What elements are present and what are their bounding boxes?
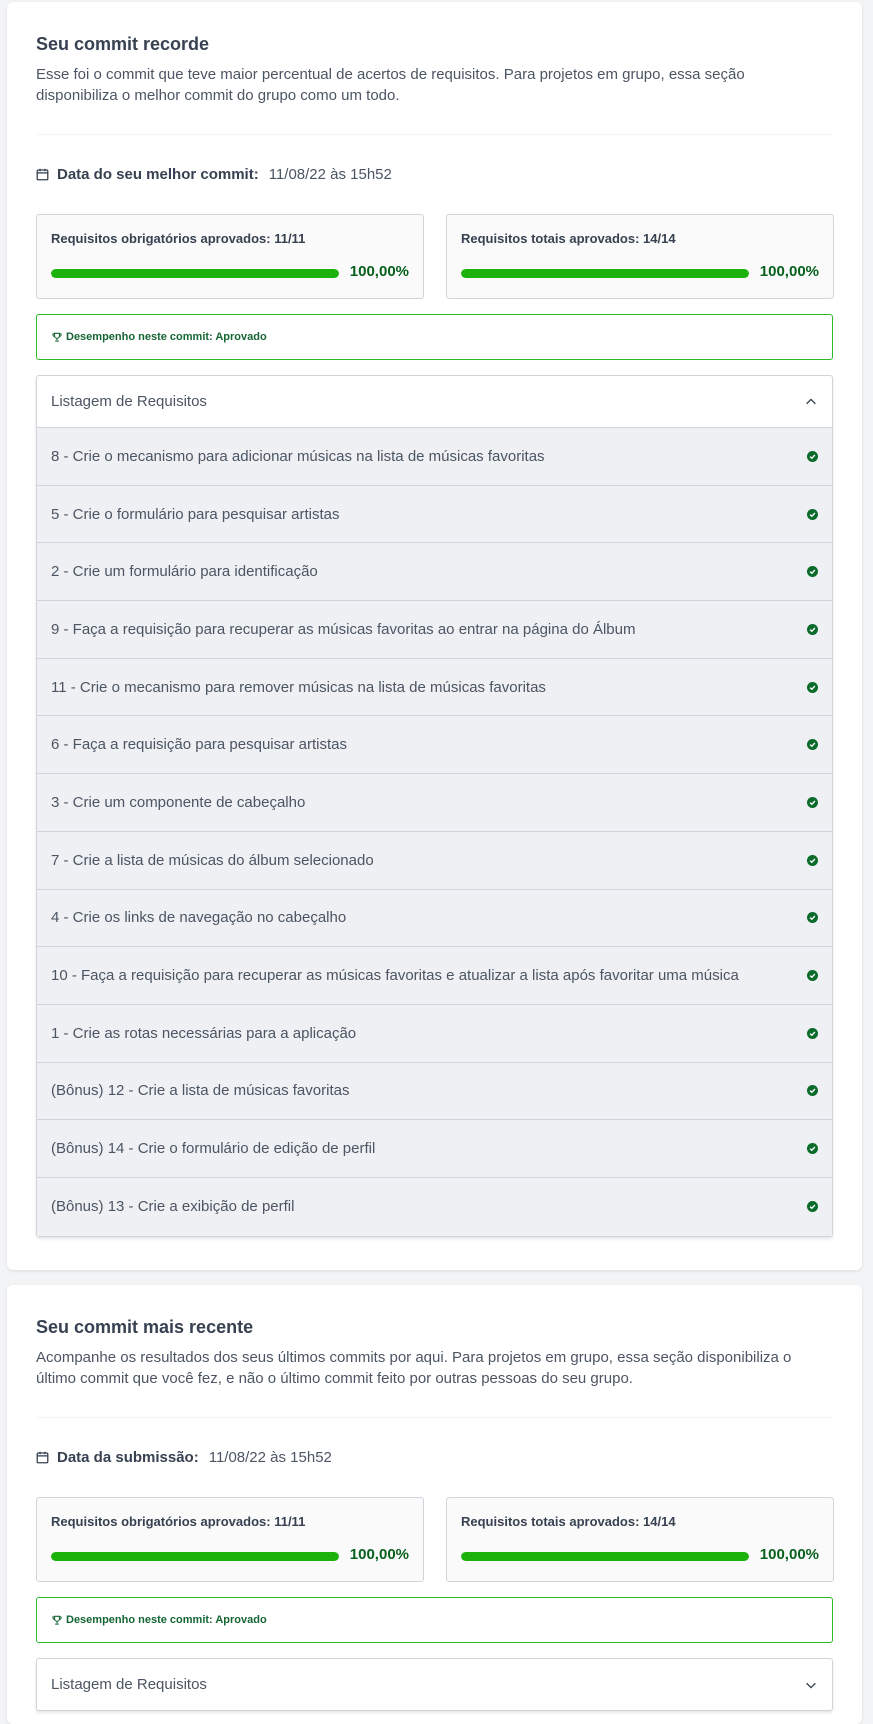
requirement-text: 6 - Faça a requisição para pesquisar art…	[51, 736, 347, 754]
mandatory-requirements-box: Requisitos obrigatórios aprovados: 11/11…	[36, 1497, 424, 1582]
check-circle-icon	[807, 739, 818, 751]
requirement-item: 9 - Faça a requisição para recuperar as …	[37, 601, 832, 659]
requirement-text: 4 - Crie os links de navegação no cabeça…	[51, 909, 347, 927]
requirement-item: (Bônus) 12 - Crie a lista de músicas fav…	[37, 1062, 832, 1121]
total-requirements-box: Requisitos totais aprovados: 14/14 100,0…	[446, 1497, 834, 1582]
requirement-item: (Bônus) 13 - Crie a exibição de perfil	[37, 1177, 832, 1236]
latest-commit-date-row: Data da submissão: 11/08/22 às 15h52	[36, 1449, 332, 1466]
requirement-item: 7 - Crie a lista de músicas do álbum sel…	[37, 831, 832, 890]
chevron-down-icon[interactable]	[804, 1678, 818, 1692]
requirements-accordion-header[interactable]: Listagem de Requisitos	[37, 376, 832, 427]
requirement-text: (Bônus) 12 - Crie a lista de músicas fav…	[51, 1082, 350, 1100]
mandatory-requirements-label: Requisitos obrigatórios aprovados: 11/11	[51, 1514, 306, 1529]
check-circle-icon	[807, 1027, 818, 1039]
mandatory-progress-fill	[51, 1552, 339, 1561]
total-requirements-label: Requisitos totais aprovados: 14/14	[461, 1514, 676, 1529]
total-progress-bar	[461, 1552, 749, 1561]
performance-text: Desempenho neste commit: Aprovado	[66, 1614, 267, 1626]
requirement-text: 2 - Crie um formulário para identificaçã…	[51, 563, 318, 581]
performance-status: Desempenho neste commit: Aprovado	[36, 314, 833, 360]
requirements-accordion-header[interactable]: Listagem de Requisitos	[37, 1659, 832, 1710]
mandatory-requirements-label: Requisitos obrigatórios aprovados: 11/11	[51, 231, 306, 246]
trophy-icon	[52, 332, 62, 342]
requirements-accordion: Listagem de Requisitos	[36, 1658, 833, 1711]
requirement-item: 2 - Crie um formulário para identificaçã…	[37, 543, 832, 602]
requirement-item: 4 - Crie os links de navegação no cabeça…	[37, 889, 832, 948]
best-commit-description: Esse foi o commit que teve maior percent…	[36, 66, 745, 104]
requirements-accordion: Listagem de Requisitos 8 - Crie o mecani…	[36, 375, 833, 1237]
requirement-item: 11 - Crie o mecanismo para remover músic…	[37, 658, 832, 717]
mandatory-progress-bar	[51, 269, 339, 278]
date-label: Data do seu melhor commit:	[57, 166, 259, 183]
total-requirements-label: Requisitos totais aprovados: 14/14	[461, 231, 676, 246]
mandatory-requirements-box: Requisitos obrigatórios aprovados: 11/11…	[36, 214, 424, 299]
best-commit-date-row: Data do seu melhor commit: 11/08/22 às 1…	[36, 166, 392, 183]
requirement-text: 3 - Crie um componente de cabeçalho	[51, 793, 306, 811]
total-percent: 100,00%	[759, 1546, 819, 1563]
performance-status: Desempenho neste commit: Aprovado	[36, 1597, 833, 1643]
mandatory-progress-bar	[51, 1552, 339, 1561]
date-label: Data da submissão:	[57, 1449, 199, 1466]
date-value: 11/08/22 às 15h52	[268, 166, 392, 183]
requirement-text: 7 - Crie a lista de músicas do álbum sel…	[51, 851, 374, 869]
divider	[36, 134, 833, 135]
check-circle-icon	[807, 1143, 818, 1155]
total-progress-bar	[461, 269, 749, 278]
requirements-accordion-title: Listagem de Requisitos	[51, 1676, 207, 1693]
latest-commit-description: Acompanhe os resultados dos seus últimos…	[36, 1349, 792, 1387]
calendar-icon	[36, 1451, 49, 1464]
requirements-accordion-title: Listagem de Requisitos	[51, 393, 207, 410]
mandatory-percent: 100,00%	[349, 263, 409, 280]
best-commit-card: Seu commit recorde Esse foi o commit que…	[7, 2, 862, 1270]
check-circle-icon	[807, 623, 818, 635]
requirement-text: 11 - Crie o mecanismo para remover músic…	[51, 678, 546, 696]
best-commit-title: Seu commit recorde	[36, 34, 210, 54]
mandatory-progress-fill	[51, 269, 339, 278]
check-circle-icon	[807, 566, 818, 578]
chevron-up-icon[interactable]	[804, 395, 818, 409]
requirement-item: 5 - Crie o formulário para pesquisar art…	[37, 485, 832, 544]
trophy-icon	[52, 1615, 62, 1625]
requirement-text: 5 - Crie o formulário para pesquisar art…	[51, 505, 340, 523]
requirements-list: 8 - Crie o mecanismo para adicionar músi…	[37, 427, 832, 1236]
performance-text: Desempenho neste commit: Aprovado	[66, 331, 267, 343]
requirement-text: 1 - Crie as rotas necessárias para a apl…	[51, 1024, 357, 1042]
requirement-text: (Bônus) 14 - Crie o formulário de edição…	[51, 1140, 376, 1158]
check-circle-icon	[807, 1085, 818, 1097]
check-circle-icon	[807, 681, 818, 693]
requirement-item: 3 - Crie um componente de cabeçalho	[37, 774, 832, 832]
date-value: 11/08/22 às 15h52	[208, 1449, 332, 1466]
requirement-text: 9 - Faça a requisição para recuperar as …	[51, 620, 636, 638]
total-progress-fill	[461, 269, 749, 278]
check-circle-icon	[807, 450, 818, 462]
check-circle-icon	[807, 796, 818, 808]
latest-commit-title: Seu commit mais recente	[36, 1317, 254, 1337]
requirement-text: (Bônus) 13 - Crie a exibição de perfil	[51, 1198, 295, 1216]
check-circle-icon	[807, 854, 818, 866]
requirement-item: 10 - Faça a requisição para recuperar as…	[37, 947, 832, 1005]
requirement-item: (Bônus) 14 - Crie o formulário de edição…	[37, 1120, 832, 1178]
requirement-text: 8 - Crie o mecanismo para adicionar músi…	[51, 447, 545, 465]
mandatory-percent: 100,00%	[349, 1546, 409, 1563]
check-circle-icon	[807, 508, 818, 520]
latest-commit-card: Seu commit mais recente Acompanhe os res…	[7, 1285, 862, 1724]
total-requirements-box: Requisitos totais aprovados: 14/14 100,0…	[446, 214, 834, 299]
requirement-item: 8 - Crie o mecanismo para adicionar músi…	[37, 428, 832, 486]
total-percent: 100,00%	[759, 263, 819, 280]
check-circle-icon	[807, 970, 818, 982]
total-progress-fill	[461, 1552, 749, 1561]
divider	[36, 1417, 833, 1418]
requirement-item: 6 - Faça a requisição para pesquisar art…	[37, 716, 832, 775]
requirement-item: 1 - Crie as rotas necessárias para a apl…	[37, 1004, 832, 1063]
requirement-text: 10 - Faça a requisição para recuperar as…	[51, 967, 739, 985]
calendar-icon	[36, 168, 49, 181]
check-circle-icon	[807, 1201, 818, 1213]
check-circle-icon	[807, 912, 818, 924]
